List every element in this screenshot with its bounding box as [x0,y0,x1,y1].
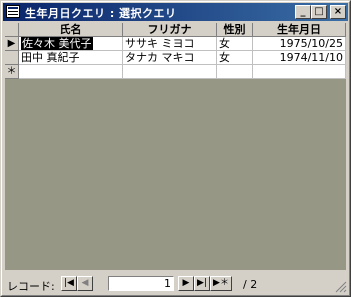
first-record-button[interactable]: |◀ [61,276,77,291]
resize-grip-icon[interactable] [335,281,347,293]
previous-record-button[interactable]: ◀ [77,276,93,291]
query-window: 生年月日クエリ : 選択クエリ _ □ × 氏名 フリガナ 性別 生年月日 ▶ … [0,0,351,297]
maximize-button[interactable]: □ [311,5,327,19]
cell-name[interactable]: 佐々木 美代子 [19,37,123,51]
window-title: 生年月日クエリ : 選択クエリ [25,7,177,20]
cell-name-selected-text: 佐々木 美代子 [21,37,93,50]
select-all-corner[interactable] [5,23,19,37]
cell-birthdate[interactable]: 1974/11/10 [253,51,346,65]
last-record-button[interactable]: ▶| [194,276,210,291]
minimize-button[interactable]: _ [295,5,311,19]
new-cell-gender[interactable] [217,65,253,79]
cell-kana[interactable]: ササキ ミヨコ [123,37,217,51]
record-navigation-bar: レコード: |◀ ◀ 1 ▶ ▶| ▶＊ / 2 [5,275,346,293]
next-record-button[interactable]: ▶ [178,276,194,291]
new-cell-name[interactable] [19,65,123,79]
record-selector[interactable] [5,51,19,65]
record-total: / 2 [243,278,258,291]
new-cell-kana[interactable] [123,65,217,79]
close-button[interactable]: × [330,5,346,19]
column-header-gender[interactable]: 性別 [217,23,253,37]
cell-gender[interactable]: 女 [217,51,253,65]
datasheet-icon [6,5,20,18]
new-cell-birthdate[interactable] [253,65,346,79]
cell-name[interactable]: 田中 真紀子 [19,51,123,65]
record-selector-current[interactable]: ▶ [5,37,19,51]
datasheet-grid[interactable]: 氏名 フリガナ 性別 生年月日 ▶ 佐々木 美代子 ササキ ミヨコ 女 1975… [5,23,346,270]
title-bar[interactable]: 生年月日クエリ : 選択クエリ _ □ × [3,3,348,21]
record-number-input[interactable]: 1 [108,276,174,291]
cell-birthdate[interactable]: 1975/10/25 [253,37,346,51]
column-header-birthdate[interactable]: 生年月日 [253,23,346,37]
column-header-name[interactable]: 氏名 [19,23,123,37]
new-record-button[interactable]: ▶＊ [210,276,232,291]
cell-gender[interactable]: 女 [217,37,253,51]
new-record-selector[interactable]: ＊ [5,65,19,79]
column-header-kana[interactable]: フリガナ [123,23,217,37]
record-label: レコード: [7,280,55,293]
cell-kana[interactable]: タナカ マキコ [123,51,217,65]
